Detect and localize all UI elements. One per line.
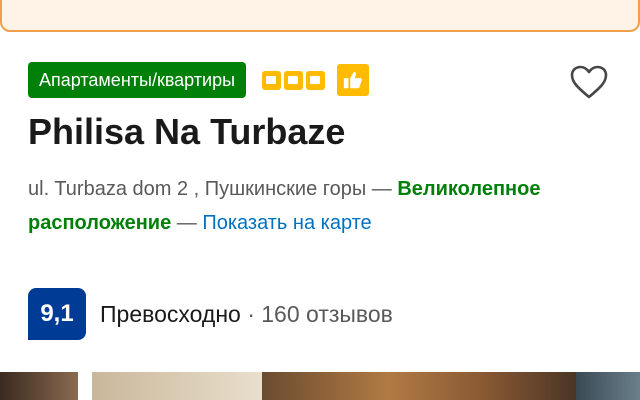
heart-icon[interactable] [566,62,612,102]
show-on-map-link[interactable]: Показать на карте [202,212,371,234]
review-count: 160 отзывов [261,300,393,327]
gallery-photo[interactable] [92,372,262,400]
review-score-badge: 9,1 [28,288,86,340]
quality-square-icon [284,70,304,90]
location-separator: — [176,212,197,234]
property-type-badge: Апартаменты/квартиры [28,62,247,98]
review-score-word: Превосходно [100,300,241,327]
address-block: ul. Turbaza dom 2 , Пушкинские горы — Ве… [28,172,588,240]
property-title[interactable]: Philisa Na Turbaze [28,106,345,158]
address-text: ul. Turbaza dom 2 , Пушкинские горы [28,178,367,200]
quality-square-icon [306,70,326,90]
gallery-photo[interactable] [576,372,640,400]
quality-rating-squares [262,70,326,90]
quality-square-icon [262,70,282,90]
badge-row: Апартаменты/квартиры [28,62,370,98]
thumbs-up-icon [337,64,370,96]
property-card: Апартаменты/квартиры Philisa Na Turbaze … [0,0,640,400]
review-dot: · [247,300,255,327]
review-text: Превосходно · 160 отзывов [100,301,393,328]
gallery-photo[interactable] [0,372,78,400]
gallery-gap [78,372,92,400]
gallery-photo[interactable] [262,372,576,400]
notice-banner [0,0,640,32]
photo-gallery[interactable] [0,372,640,400]
address-separator: — [371,178,392,200]
review-summary[interactable]: 9,1 Превосходно · 160 отзывов [28,288,393,340]
